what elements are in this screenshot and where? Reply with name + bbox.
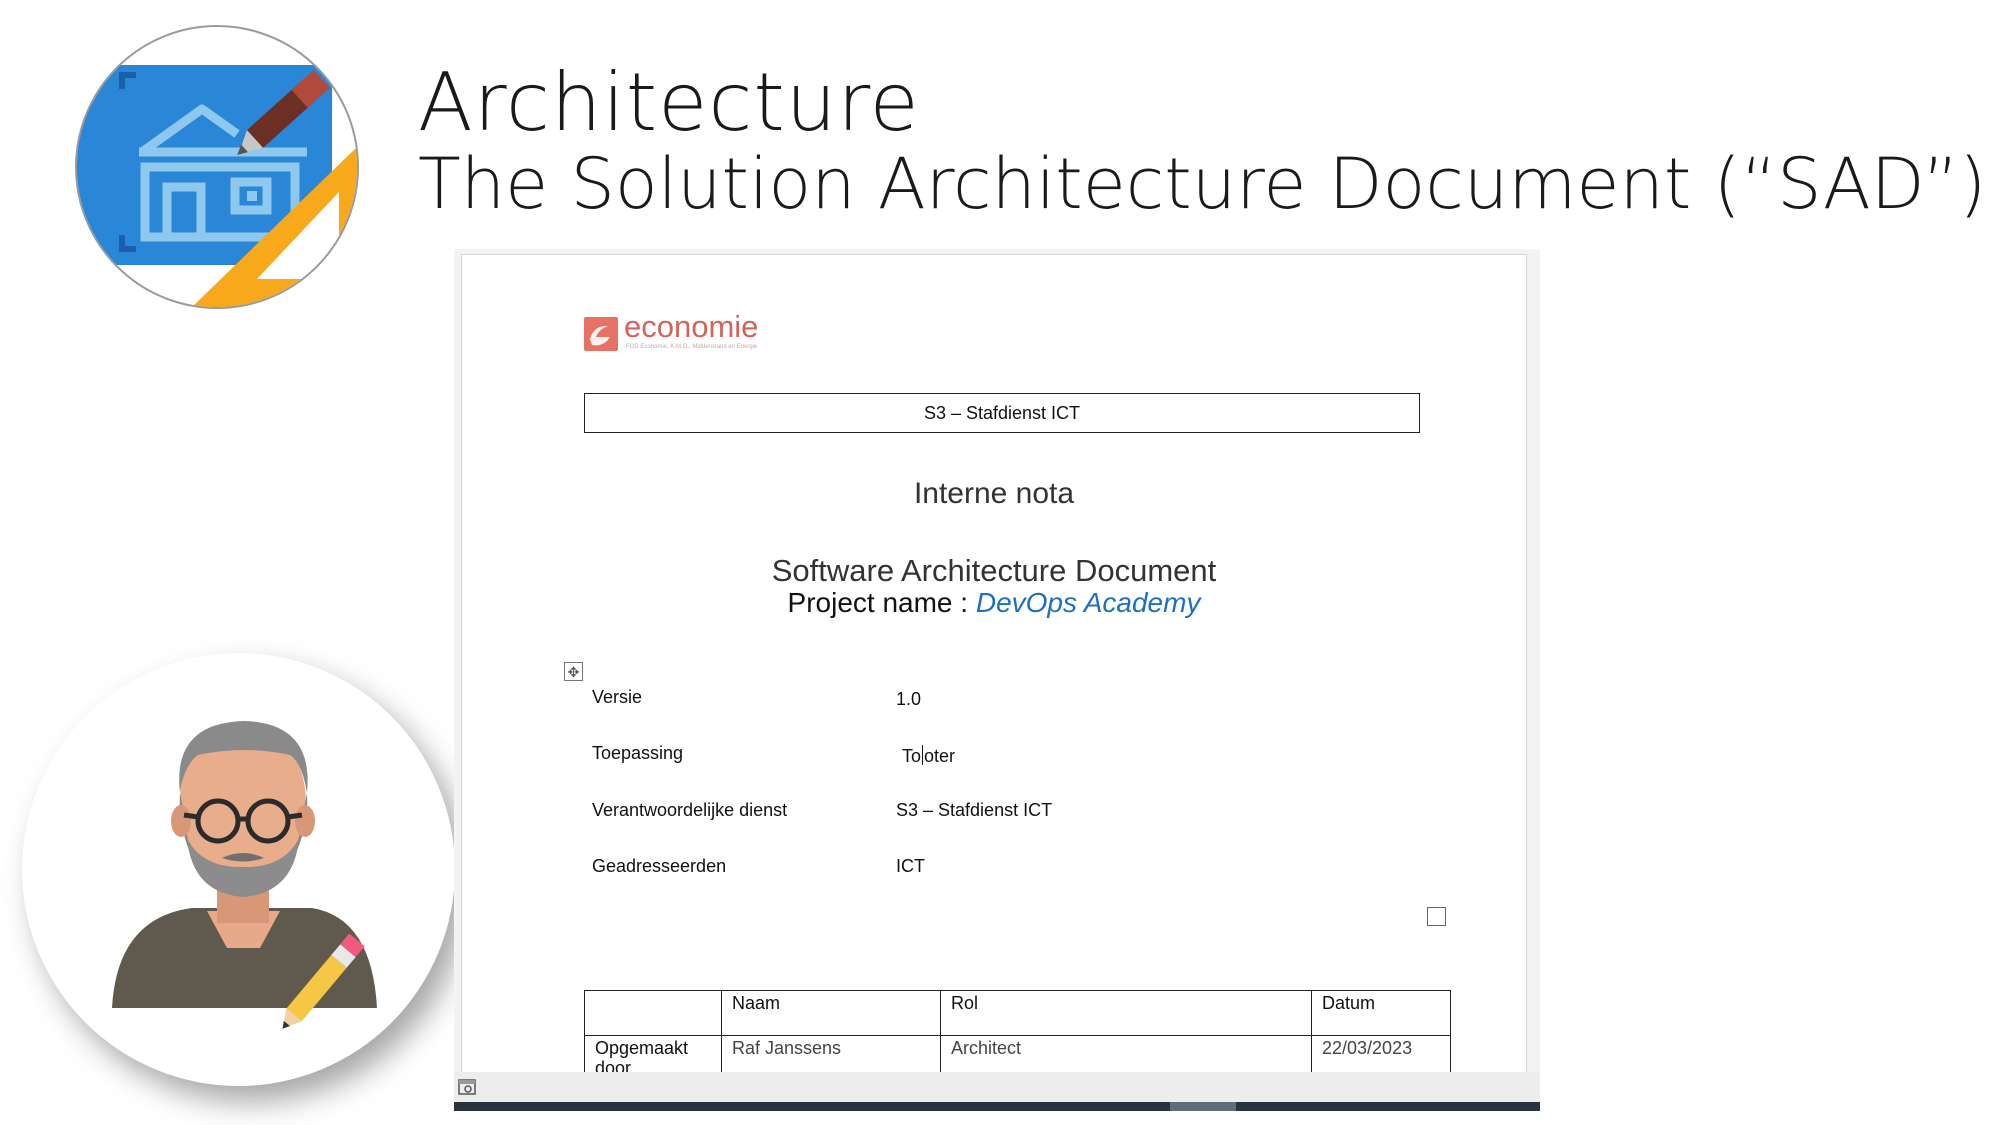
table-row: Opgemaakt door Raf Janssens Architect 22…	[584, 1035, 1451, 1073]
text-cursor	[922, 745, 924, 765]
content-control-checkbox[interactable]	[1427, 907, 1446, 926]
table-cell-rol: Architect	[940, 1035, 1312, 1073]
table-cell-naam: Raf Janssens	[721, 1035, 941, 1073]
economie-logo: economie FOD Economie, K.M.O., Middensta…	[584, 309, 764, 355]
blueprint-house-icon	[75, 25, 359, 309]
table-header-datum: Datum	[1311, 990, 1451, 1036]
meta-value-dienst: S3 – Stafdienst ICT	[896, 800, 1053, 820]
slide-title: Architecture	[418, 56, 920, 149]
meta-value-versie: 1.0	[896, 689, 922, 709]
meta-label-versie: Versie	[592, 687, 643, 707]
table-move-handle-icon[interactable]: ✥	[564, 662, 583, 681]
logo-wordmark: economie	[624, 309, 759, 344]
document-heading: Interne nota	[913, 477, 1075, 510]
horizontal-scrollbar[interactable]	[454, 1102, 1540, 1111]
scrollbar-thumb[interactable]	[1170, 1102, 1236, 1111]
toepassing-value: To oter	[902, 745, 956, 766]
table-header-row: Naam Rol Datum	[584, 990, 1451, 1036]
table-row-label: Opgemaakt door	[584, 1035, 722, 1073]
table-header-empty	[584, 990, 722, 1036]
economie-logo-icon	[584, 317, 618, 351]
meta-value-toepassing[interactable]: To oter	[902, 745, 955, 767]
signature-table: Naam Rol Datum Opgemaakt door Raf Jansse…	[584, 990, 1451, 1073]
table-header-rol: Rol	[940, 990, 1312, 1036]
project-label: Project name :	[787, 587, 976, 618]
architect-avatar-icon	[22, 653, 455, 1086]
table-cell-datum: 22/03/2023	[1311, 1035, 1451, 1073]
document-viewer[interactable]: economie FOD Economie, K.M.O., Middensta…	[454, 249, 1540, 1111]
meta-label-geadresseerden: Geadresseerden	[592, 856, 727, 876]
meta-label-dienst: Verantwoordelijke dienst	[592, 800, 788, 820]
table-header-naam: Naam	[721, 990, 941, 1036]
meta-label-toepassing: Toepassing	[592, 743, 684, 763]
document-title: Software Architecture Document	[771, 553, 1217, 588]
document-page[interactable]: economie FOD Economie, K.M.O., Middensta…	[461, 254, 1527, 1074]
project-name: DevOps Academy	[975, 587, 1201, 618]
department-box: S3 – Stafdienst ICT	[584, 393, 1420, 433]
status-macro-icon[interactable]	[458, 1079, 476, 1095]
meta-value-geadresseerden: ICT	[896, 856, 925, 876]
slide-subtitle: The Solution Architecture Document (“SAD…	[418, 143, 1987, 225]
status-bar	[454, 1072, 1540, 1102]
project-line: Project name : DevOps Academy	[462, 587, 1526, 619]
logo-tagline: FOD Economie, K.M.O., Middenstand en Ene…	[626, 344, 758, 350]
